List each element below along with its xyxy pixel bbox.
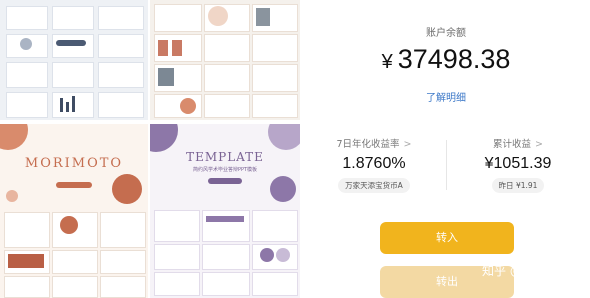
slide-card xyxy=(154,4,202,32)
decor-photo xyxy=(256,8,270,26)
decor-block xyxy=(158,40,168,56)
earnings-label: 累计收益 > xyxy=(493,139,543,150)
currency-symbol: ¥ xyxy=(381,51,393,73)
decor-bar xyxy=(66,102,69,112)
slide-card xyxy=(98,6,144,30)
decor-pie xyxy=(180,98,196,114)
template-brand-title: MORIMOTO xyxy=(24,156,124,171)
decor-dot xyxy=(60,216,78,234)
slide-card xyxy=(52,276,98,298)
slide-card xyxy=(154,244,200,270)
slide-card xyxy=(52,34,94,58)
decor-dot xyxy=(112,174,142,204)
slide-card xyxy=(252,272,298,296)
chevron-right-icon: > xyxy=(403,139,412,150)
yield-value: 1.8760% xyxy=(342,155,406,172)
decor-bar xyxy=(206,216,244,222)
slide-card xyxy=(202,244,250,270)
slide-card xyxy=(154,272,200,296)
decor-bar xyxy=(60,98,63,112)
yield-stat[interactable]: 7日年化收益率 > 1.8760% 万家天添宝货币A xyxy=(302,136,446,193)
template-thumbnail-peach[interactable] xyxy=(150,0,300,120)
chevron-right-icon: > xyxy=(535,139,543,150)
template-subtitle: 简约风学术毕业答辩PPT模板 xyxy=(192,167,258,173)
slide-card xyxy=(6,62,48,88)
slide-card xyxy=(252,94,298,118)
fund-name-badge: 万家天添宝货币A xyxy=(338,178,410,193)
slide-card xyxy=(204,64,250,92)
slide-card xyxy=(98,62,144,88)
slide-card xyxy=(6,92,48,118)
template-thumbnail-morimoto[interactable]: MORIMOTO xyxy=(0,124,148,298)
yesterday-badge: 昨日 ¥1.91 xyxy=(491,178,545,193)
watermark-text: 知乎 @学悟 xyxy=(482,264,546,278)
slide-card xyxy=(100,276,146,298)
slide-card xyxy=(52,6,94,30)
decor-dot xyxy=(0,124,28,150)
decor-dot xyxy=(270,176,296,202)
balance-amount: ¥37498.38 xyxy=(302,44,590,75)
decor-dot xyxy=(276,248,290,262)
decor-bar xyxy=(56,40,86,46)
decor-dot xyxy=(6,190,18,202)
decor-dot xyxy=(268,124,300,150)
slide-card xyxy=(98,34,144,58)
earnings-value: ¥1051.39 xyxy=(484,155,552,172)
template-thumbnail-blue[interactable] xyxy=(0,0,148,120)
decor-bar xyxy=(72,96,75,112)
decor-dot xyxy=(260,248,274,262)
slide-card xyxy=(4,212,50,248)
slide-card xyxy=(204,34,250,62)
slide-card xyxy=(52,250,98,274)
deposit-button[interactable]: 转入 xyxy=(380,222,514,254)
decor-block xyxy=(8,254,44,268)
slide-card xyxy=(204,94,250,118)
balance-value: 37498.38 xyxy=(397,44,511,74)
template-gallery: MORIMOTO TEMPLATE 简约风学术毕业答辩PPT模板 xyxy=(0,0,302,298)
decor-dot xyxy=(208,6,228,26)
decor-button xyxy=(56,182,92,188)
wallet-panel: 账户余额 ¥37498.38 了解明细 7日年化收益率 > 1.8760% 万家天… xyxy=(302,0,590,298)
balance-label: 账户余额 xyxy=(426,28,466,39)
details-link[interactable]: 了解明细 xyxy=(302,89,590,104)
slide-card xyxy=(154,210,200,242)
slide-card xyxy=(252,244,298,270)
decor-photo xyxy=(158,68,174,86)
slide-card xyxy=(100,212,146,248)
decor-dot xyxy=(20,38,32,50)
slide-card xyxy=(4,276,50,298)
slide-card xyxy=(6,6,48,30)
decor-block xyxy=(172,40,182,56)
slide-card xyxy=(52,62,94,88)
slide-card xyxy=(252,210,298,242)
slide-card xyxy=(98,92,144,118)
template-thumbnail-purple[interactable]: TEMPLATE 简约风学术毕业答辩PPT模板 xyxy=(150,124,300,298)
earnings-stat[interactable]: 累计收益 > ¥1051.39 昨日 ¥1.91 xyxy=(446,136,590,193)
slide-card xyxy=(252,34,298,62)
slide-card xyxy=(202,210,250,242)
slide-card xyxy=(252,64,298,92)
template-brand-title: TEMPLATE xyxy=(186,150,264,164)
decor-dot xyxy=(150,124,178,152)
slide-card xyxy=(100,250,146,274)
decor-button xyxy=(208,178,242,184)
yield-label: 7日年化收益率 > xyxy=(336,139,412,150)
slide-card xyxy=(202,272,250,296)
